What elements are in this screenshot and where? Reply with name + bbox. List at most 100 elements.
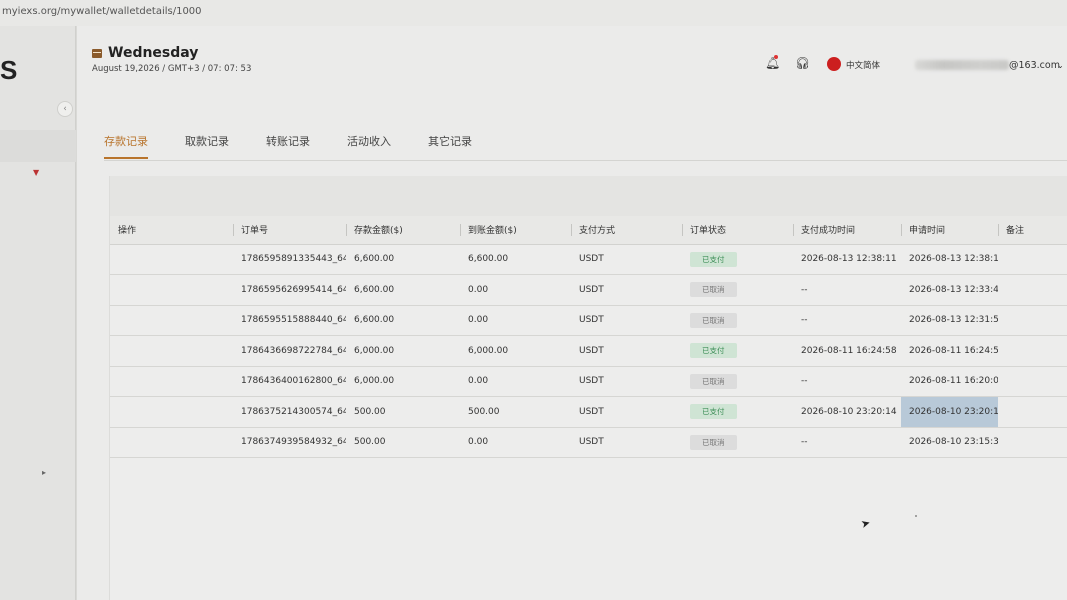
screen-dot bbox=[915, 515, 917, 517]
column-header: 订单状态 bbox=[682, 216, 793, 245]
column-header-label: 订单状态 bbox=[690, 226, 727, 237]
column-header-label: 申请时间 bbox=[909, 226, 946, 237]
deposit-table-card: 操作 订单号 存款金额($) 到账金额($) 支付方式 订单状态 支付成功时间 申请时间 备注 … bbox=[109, 176, 1067, 600]
status-badge: 已支付 bbox=[690, 251, 737, 267]
column-header: 到账金额($) bbox=[460, 216, 571, 245]
weekday-title: Wednesday bbox=[108, 45, 199, 61]
tab-3[interactable]: 活动收入 bbox=[347, 133, 391, 159]
cell-paid-time: -- bbox=[793, 427, 901, 458]
tabs-divider bbox=[104, 160, 1067, 161]
column-separator bbox=[571, 224, 572, 236]
record-tabs: 存款记录 取款记录 转账记录 活动收入 其它记录 bbox=[104, 133, 509, 159]
cell-action bbox=[110, 335, 233, 367]
cell-status: 已支付 bbox=[682, 244, 793, 275]
caret-down-icon[interactable]: ▼ bbox=[33, 168, 39, 177]
cell-apply-time: 2026-08-13 12:31:55 bbox=[901, 305, 998, 336]
cell-method: USDT bbox=[571, 305, 682, 336]
table-row[interactable]: 1786375214300574_64 500.00 500.00 USDT 已支付 20… bbox=[110, 396, 1067, 428]
column-separator bbox=[901, 224, 902, 236]
cell-note bbox=[998, 335, 1067, 367]
tab-0[interactable]: 存款记录 bbox=[104, 133, 148, 159]
table-row[interactable]: 1786595515888440_64 6,600.00 0.00 USDT 已取消 --… bbox=[110, 305, 1067, 336]
cell-status: 已取消 bbox=[682, 366, 793, 397]
column-header: 存款金额($) bbox=[346, 216, 460, 245]
cell-action bbox=[110, 427, 233, 458]
main-panel: Wednesday August 19,2026 / GMT+3 / 07: 0… bbox=[77, 26, 1067, 600]
column-header: 操作 bbox=[110, 216, 233, 245]
cell-received: 0.00 bbox=[460, 305, 571, 336]
cell-status: 已取消 bbox=[682, 427, 793, 458]
cn-flag-icon[interactable] bbox=[827, 57, 841, 71]
user-email[interactable]: @163.com bbox=[1009, 60, 1060, 71]
cell-status: 已取消 bbox=[682, 274, 793, 306]
cell-order-no: 1786436698722784_64 bbox=[233, 335, 346, 367]
table-row[interactable]: 1786436698722784_64 6,000.00 6,000.00 USDT 已… bbox=[110, 335, 1067, 367]
cell-method: USDT bbox=[571, 396, 682, 428]
column-header-label: 支付成功时间 bbox=[801, 226, 856, 237]
cell-paid-time: 2026-08-13 12:38:11 bbox=[793, 244, 901, 275]
cell-apply-time: 2026-08-11 16:20:00 bbox=[901, 366, 998, 397]
column-header: 订单号 bbox=[233, 216, 346, 245]
cell-received: 500.00 bbox=[460, 396, 571, 428]
table-row[interactable]: 1786595891335443_64 6,600.00 6,600.00 USDT 已… bbox=[110, 244, 1067, 275]
cell-action bbox=[110, 244, 233, 275]
cell-deposit: 6,600.00 bbox=[346, 305, 460, 336]
caret-right-icon[interactable]: ▸ bbox=[42, 468, 46, 477]
headset-icon[interactable]: 🎧︎ bbox=[795, 56, 810, 70]
column-header-label: 操作 bbox=[118, 226, 137, 237]
brand-logo: S bbox=[0, 55, 18, 85]
cell-paid-time: -- bbox=[793, 305, 901, 336]
tab-1[interactable]: 取款记录 bbox=[185, 133, 229, 159]
calendar-icon bbox=[92, 48, 102, 58]
notification-dot bbox=[774, 55, 778, 59]
table-row[interactable]: 1786436400162800_64 6,000.00 0.00 USDT 已取消 --… bbox=[110, 366, 1067, 397]
cell-received: 6,600.00 bbox=[460, 244, 571, 275]
cell-paid-time: 2026-08-11 16:24:58 bbox=[793, 335, 901, 367]
column-header-label: 备注 bbox=[1006, 226, 1025, 237]
cell-paid-time: 2026-08-10 23:20:14 bbox=[793, 396, 901, 428]
column-header-label: 支付方式 bbox=[579, 226, 616, 237]
cell-note bbox=[998, 305, 1067, 336]
column-separator bbox=[346, 224, 347, 236]
email-redacted bbox=[915, 60, 1009, 70]
column-separator bbox=[998, 224, 999, 236]
cell-note bbox=[998, 396, 1067, 428]
chevron-down-icon[interactable]: ⌄ bbox=[1057, 61, 1064, 70]
browser-url-bar[interactable]: myiexs.org/mywallet/walletdetails/1000 bbox=[0, 0, 1067, 26]
cell-action bbox=[110, 305, 233, 336]
column-header-label: 存款金额($) bbox=[354, 226, 403, 237]
sidebar-collapse-button[interactable]: ‹ bbox=[57, 101, 73, 117]
cell-apply-time: 2026-08-11 16:24:58 bbox=[901, 335, 998, 367]
column-separator bbox=[233, 224, 234, 236]
cell-received: 0.00 bbox=[460, 274, 571, 306]
cell-note bbox=[998, 366, 1067, 397]
cell-deposit: 6,600.00 bbox=[346, 244, 460, 275]
cell-deposit: 6,000.00 bbox=[346, 366, 460, 397]
cell-deposit: 500.00 bbox=[346, 396, 460, 428]
cell-note bbox=[998, 244, 1067, 275]
bell-icon[interactable]: 🔔︎ bbox=[765, 56, 780, 70]
cell-action bbox=[110, 396, 233, 428]
cell-method: USDT bbox=[571, 427, 682, 458]
status-badge: 已支付 bbox=[690, 404, 737, 420]
column-header: 备注 bbox=[998, 216, 1067, 245]
cell-note bbox=[998, 427, 1067, 458]
cell-status: 已取消 bbox=[682, 305, 793, 336]
table-row[interactable]: 1786595626995414_64 6,600.00 0.00 USDT 已取消 --… bbox=[110, 274, 1067, 306]
deposit-records-table: 操作 订单号 存款金额($) 到账金额($) 支付方式 订单状态 支付成功时间 申请时间 备注 … bbox=[110, 216, 1067, 458]
status-badge: 已取消 bbox=[690, 434, 737, 450]
tab-2[interactable]: 转账记录 bbox=[266, 133, 310, 159]
cell-action bbox=[110, 274, 233, 306]
column-separator bbox=[793, 224, 794, 236]
cell-status: 已支付 bbox=[682, 335, 793, 367]
cell-order-no: 1786595515888440_64 bbox=[233, 305, 346, 336]
column-separator bbox=[682, 224, 683, 236]
cell-order-no: 1786375214300574_64 bbox=[233, 396, 346, 428]
cell-received: 0.00 bbox=[460, 366, 571, 397]
table-row[interactable]: 1786374939584932_64 500.00 0.00 USDT 已取消 -- 20… bbox=[110, 427, 1067, 458]
tab-4[interactable]: 其它记录 bbox=[428, 133, 472, 159]
language-selector[interactable]: 中文简体 bbox=[846, 59, 880, 71]
status-badge: 已取消 bbox=[690, 373, 737, 389]
cell-received: 6,000.00 bbox=[460, 335, 571, 367]
sidebar-band bbox=[0, 130, 76, 162]
